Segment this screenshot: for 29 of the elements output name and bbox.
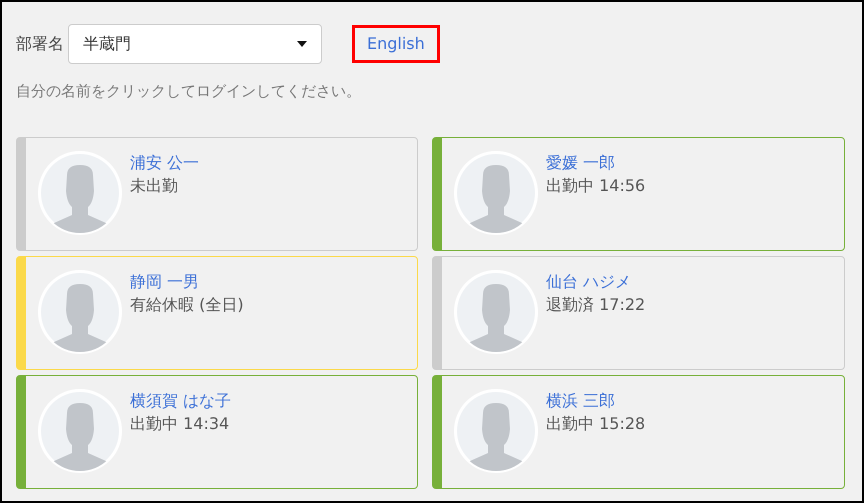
employee-card[interactable]: 愛媛 一郎 出勤中 14:56 [432,136,845,250]
attendance-status: 未出勤 [130,174,179,196]
employee-name[interactable]: 仙台 ハジメ [546,270,646,292]
avatar-icon [38,270,122,354]
employee-name[interactable]: 静岡 一男 [130,270,244,292]
employee-card[interactable]: 仙台 ハジメ 退勤済 17:22 [432,256,845,370]
employee-name[interactable]: 浦安 公一 [130,152,200,174]
avatar-icon [454,150,538,234]
language-link[interactable]: English [352,25,440,63]
employee-name[interactable]: 横浜 三郎 [546,390,646,412]
employee-name[interactable]: 愛媛 一郎 [546,152,646,174]
avatar-icon [38,150,122,234]
caret-icon [297,41,307,47]
employee-name[interactable]: 横須賀 はな子 [130,390,232,412]
employee-card[interactable]: 横須賀 はな子 出勤中 14:34 [16,374,418,488]
instruction-text: 自分の名前をクリックしてログインしてください。 [16,81,362,102]
attendance-status: 出勤中 14:56 [546,174,646,196]
attendance-status: 出勤中 15:28 [546,412,646,434]
attendance-status: 有給休暇 (全日) [130,294,244,316]
avatar-icon [38,388,122,472]
employee-card[interactable]: 浦安 公一 未出勤 [16,136,418,250]
employee-card[interactable]: 静岡 一男 有給休暇 (全日) [16,256,418,370]
avatar-icon [454,388,538,472]
employee-card[interactable]: 横浜 三郎 出勤中 15:28 [432,374,845,488]
attendance-status: 出勤中 14:34 [130,412,230,434]
avatar-icon [454,270,538,354]
department-label: 部署名 [16,33,64,55]
department-select[interactable]: 半蔵門 [68,24,322,64]
attendance-status: 退勤済 17:22 [546,294,646,316]
